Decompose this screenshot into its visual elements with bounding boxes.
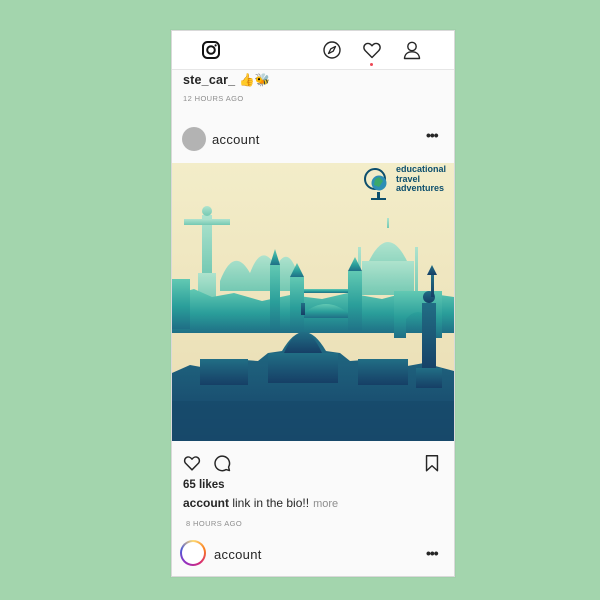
notification-dot xyxy=(370,63,373,66)
post-options-button[interactable]: ••• xyxy=(426,128,439,142)
story-avatar-inner xyxy=(182,542,204,564)
phone-frame: ste_car_ 👍🐝 12 HOURS AGO account ••• edu… xyxy=(171,30,455,577)
previous-post-timestamp: 12 HOURS AGO xyxy=(183,94,244,103)
post-timestamp: 8 HOURS AGO xyxy=(186,519,243,528)
post-username[interactable]: account xyxy=(212,132,260,147)
avatar[interactable] xyxy=(182,127,206,151)
post-actions xyxy=(172,451,454,477)
bookmark-icon[interactable] xyxy=(422,453,442,473)
instagram-logo-icon[interactable] xyxy=(200,39,222,61)
heart-icon[interactable] xyxy=(361,39,383,61)
like-heart-icon[interactable] xyxy=(182,453,202,473)
post-image[interactable] xyxy=(172,163,454,441)
likes-count[interactable]: 65 likes xyxy=(183,479,225,491)
profile-icon[interactable] xyxy=(401,39,423,61)
compass-icon[interactable] xyxy=(321,39,343,61)
post-caption: account link in the bio!! more xyxy=(183,496,338,510)
story-avatar[interactable] xyxy=(180,540,206,566)
brand-line-3: adventures xyxy=(396,183,445,193)
post-header: account ••• xyxy=(172,127,454,159)
next-post-options-button[interactable]: ••• xyxy=(426,546,439,560)
top-nav-bar xyxy=(172,31,454,70)
next-post-username[interactable]: account xyxy=(214,547,262,562)
caption-text: link in the bio!! xyxy=(229,496,310,510)
comment-icon[interactable] xyxy=(212,453,232,473)
next-post-header: account ••• xyxy=(172,539,454,569)
caption-username[interactable]: account xyxy=(183,496,229,510)
brand-logo-text: educational travel adventures xyxy=(396,164,446,194)
more-link[interactable]: more xyxy=(313,498,338,510)
travel-skyline-illustration xyxy=(172,163,454,441)
previous-post-username[interactable]: ste_car_ 👍🐝 xyxy=(183,73,271,88)
